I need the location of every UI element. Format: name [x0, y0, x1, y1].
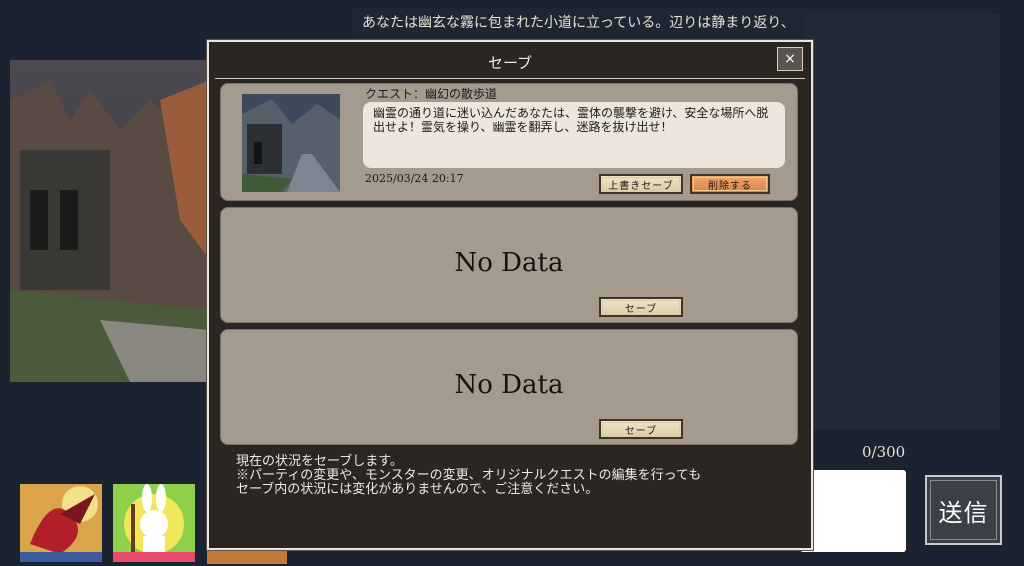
save-slot-list: クエスト：幽幻の散歩道 幽霊の通り道に迷い込んだあなたは、霊体の襲撃を避け、安全…: [220, 83, 798, 451]
save-button[interactable]: セーブ: [599, 419, 683, 439]
close-button[interactable]: ×: [777, 47, 803, 71]
save-button[interactable]: セーブ: [599, 297, 683, 317]
save-dialog: セーブ × クエスト：幽幻の散歩道 幽霊の通り道に迷い込んだあなたは、霊体の襲撃…: [207, 40, 813, 550]
save-notice-line: 現在の状況をセーブします。: [236, 454, 403, 469]
save-timestamp: 2025/03/24 20:17: [365, 172, 464, 185]
save-notice-line: ※パーティの変更や、モンスターの変更、オリジナルクエストの編集を行っても: [236, 468, 702, 483]
save-notice-line: セーブ内の状況には変化がありませんので、ご注意ください。: [236, 482, 599, 497]
save-slot-3[interactable]: No Data セーブ: [220, 329, 798, 445]
no-data-label: No Data: [454, 370, 564, 400]
quest-thumbnail: [242, 94, 340, 192]
overwrite-save-button[interactable]: 上書きセーブ: [599, 174, 683, 194]
quest-description: 幽霊の通り道に迷い込んだあなたは、霊体の襲撃を避け、安全な場所へ脱出せよ！霊気を…: [363, 102, 785, 168]
save-slot-1[interactable]: クエスト：幽幻の散歩道 幽霊の通り道に迷い込んだあなたは、霊体の襲撃を避け、安全…: [220, 83, 798, 201]
save-slot-2[interactable]: No Data セーブ: [220, 207, 798, 323]
no-data-label: No Data: [454, 248, 564, 278]
save-notice: 現在の状況をセーブします。 ※パーティの変更や、モンスターの変更、オリジナルクエ…: [236, 455, 796, 497]
quest-title: クエスト：幽幻の散歩道: [365, 87, 498, 101]
delete-save-button[interactable]: 削除する: [690, 174, 770, 194]
dialog-title: セーブ: [487, 53, 533, 72]
dialog-header: セーブ: [215, 46, 805, 79]
